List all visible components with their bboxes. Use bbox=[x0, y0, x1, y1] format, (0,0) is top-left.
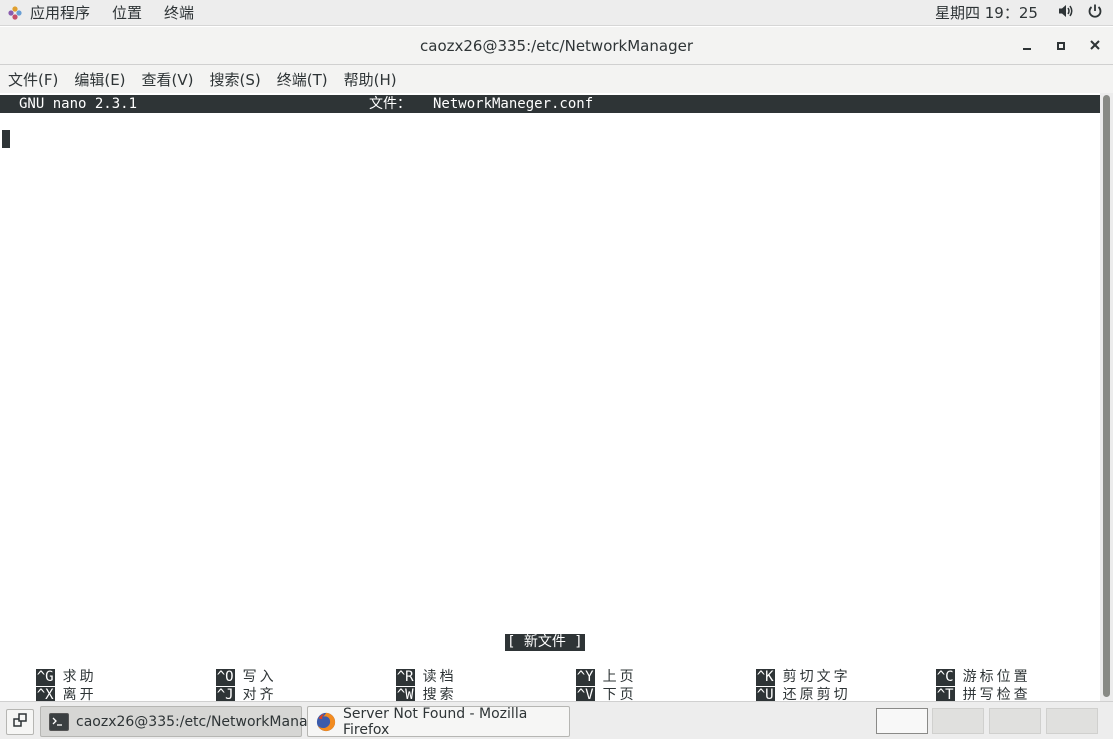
menu-search[interactable]: 搜索(S) bbox=[210, 69, 261, 90]
scrollbar-thumb[interactable] bbox=[1103, 95, 1110, 697]
shortcut-where-is: ^W 搜索 bbox=[362, 670, 457, 704]
nano-file-name: NetworkManeger.conf bbox=[433, 96, 594, 112]
menu-edit[interactable]: 编辑(E) bbox=[74, 69, 125, 90]
shortcut-uncut: ^U 还原剪切 bbox=[722, 670, 851, 704]
shortcut-spell: ^T 拼写检查 bbox=[902, 670, 1031, 704]
workspace-1[interactable] bbox=[876, 708, 928, 734]
top-panel: 应用程序 位置 终端 星期四 19：25 bbox=[0, 0, 1113, 26]
shortcut-exit: ^X 离开 bbox=[2, 670, 97, 704]
nano-version: GNU nano 2.3.1 bbox=[19, 96, 138, 112]
workspace-3[interactable] bbox=[989, 708, 1041, 734]
menubar: 文件(F) 编辑(E) 查看(V) 搜索(S) 终端(T) 帮助(H) bbox=[0, 65, 1113, 93]
nano-status-message: [ 新文件 ] bbox=[505, 634, 585, 651]
workspace-4[interactable] bbox=[1046, 708, 1098, 734]
menu-view[interactable]: 查看(V) bbox=[142, 69, 194, 90]
maximize-icon bbox=[1056, 37, 1066, 55]
show-desktop-button[interactable] bbox=[6, 709, 34, 735]
maximize-button[interactable] bbox=[1051, 36, 1071, 56]
bottom-taskbar: caozx26@335:/etc/NetworkManager Server N… bbox=[0, 701, 1113, 739]
show-desktop-icon bbox=[13, 713, 27, 731]
shortcut-write: ^O 写入 bbox=[182, 652, 277, 686]
shortcut-next-page: ^V 下页 bbox=[542, 670, 637, 704]
close-button[interactable] bbox=[1085, 36, 1105, 56]
nano-title-bar: GNU nano 2.3.1 文件： NetworkManeger.conf bbox=[0, 95, 1100, 113]
shortcut-help: ^G 求助 bbox=[2, 652, 97, 686]
power-icon[interactable] bbox=[1087, 3, 1103, 23]
minimize-icon bbox=[1022, 37, 1032, 55]
clock[interactable]: 星期四 19：25 bbox=[935, 0, 1038, 26]
terminal-app-menu[interactable]: 终端 bbox=[164, 2, 194, 23]
taskbar-item-label: Server Not Found - Mozilla Firefox bbox=[343, 705, 528, 738]
terminal-icon bbox=[49, 712, 69, 732]
menu-terminal[interactable]: 终端(T) bbox=[277, 69, 328, 90]
close-icon bbox=[1089, 37, 1101, 55]
minimize-button[interactable] bbox=[1017, 36, 1037, 56]
taskbar-item-firefox[interactable]: Server Not Found - Mozilla Firefox bbox=[307, 705, 570, 738]
text-cursor bbox=[2, 130, 10, 148]
nano-file-label: 文件： bbox=[369, 96, 411, 112]
shortcut-read: ^R 读档 bbox=[362, 652, 457, 686]
shortcut-cursor-pos: ^C 游标位置 bbox=[902, 652, 1031, 686]
volume-icon[interactable] bbox=[1057, 3, 1075, 23]
applications-menu[interactable]: 应用程序 bbox=[0, 2, 90, 23]
shortcut-justify: ^J 对齐 bbox=[182, 670, 277, 704]
places-menu[interactable]: 位置 bbox=[112, 2, 142, 23]
applications-label: 应用程序 bbox=[30, 4, 91, 22]
terminal-scrollbar[interactable] bbox=[1100, 93, 1113, 701]
firefox-icon bbox=[316, 712, 336, 732]
applications-icon bbox=[6, 4, 24, 22]
workspace-2[interactable] bbox=[932, 708, 984, 734]
window-title: caozx26@335:/etc/NetworkManager bbox=[420, 37, 693, 55]
menu-help[interactable]: 帮助(H) bbox=[344, 69, 397, 90]
shortcut-cut-text: ^K 剪切文字 bbox=[722, 652, 851, 686]
terminal-area[interactable]: GNU nano 2.3.1 文件： NetworkManeger.conf [… bbox=[0, 93, 1100, 704]
taskbar-item-label: caozx26@335:/etc/NetworkManager bbox=[76, 713, 331, 730]
system-tray[interactable] bbox=[1057, 0, 1103, 26]
window-titlebar[interactable]: caozx26@335:/etc/NetworkManager bbox=[0, 27, 1113, 65]
menu-file[interactable]: 文件(F) bbox=[8, 69, 58, 90]
taskbar-item-terminal[interactable]: caozx26@335:/etc/NetworkManager bbox=[40, 706, 331, 737]
shortcut-prev-page: ^Y 上页 bbox=[542, 652, 637, 686]
